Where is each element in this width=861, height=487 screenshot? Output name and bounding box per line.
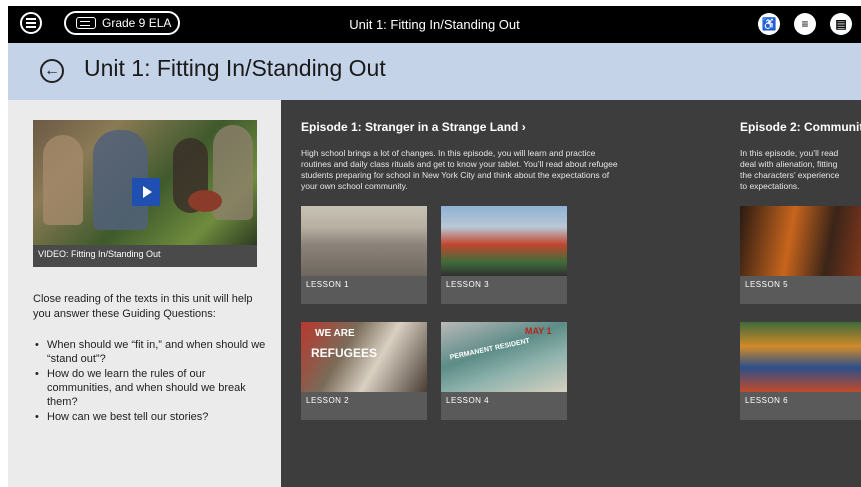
page-title: Unit 1: Fitting In/Standing Out: [84, 55, 386, 81]
accessibility-icon[interactable]: ♿: [758, 13, 780, 35]
notes-icon[interactable]: ≡: [794, 13, 816, 35]
back-arrow-icon[interactable]: ←: [40, 59, 64, 83]
lesson-thumbnail: [301, 206, 427, 276]
sign-text: WE ARE: [315, 328, 355, 339]
lesson-label: LESSON 1: [306, 280, 350, 289]
description-line: your own school community.: [301, 181, 408, 191]
lesson-6-card[interactable]: LESSON 6: [740, 322, 861, 420]
unit-overview-panel: VIDEO: Fitting In/Standing Out Close rea…: [8, 100, 281, 487]
unit-header: ← Unit 1: Fitting In/Standing Out: [8, 43, 861, 100]
guiding-questions-list: When should we “fit in,” and when should…: [33, 338, 273, 425]
lesson-thumbnail: [740, 206, 861, 276]
unit-video-card[interactable]: VIDEO: Fitting In/Standing Out: [33, 120, 257, 267]
lesson-thumbnail: [441, 206, 567, 276]
lesson-thumbnail: WE ARE REFUGEES: [301, 322, 427, 392]
document-text: MAY 1: [525, 326, 552, 336]
guiding-question: How do we learn the rules of our communi…: [33, 367, 273, 409]
document-text: PERMANENT RESIDENT: [449, 337, 531, 362]
lesson-label: LESSON 4: [446, 396, 490, 405]
video-caption: VIDEO: Fitting In/Standing Out: [38, 249, 161, 259]
lesson-3-card[interactable]: LESSON 3: [441, 206, 567, 304]
description-line: High school brings a lot of changes. In …: [301, 148, 596, 158]
lesson-1-card[interactable]: LESSON 1: [301, 206, 427, 304]
intro-text: Close reading of the texts in this unit …: [33, 293, 253, 320]
play-icon[interactable]: [132, 178, 160, 206]
description-line: In this episode, you’ll read: [740, 148, 839, 158]
lesson-label: LESSON 5: [745, 280, 789, 289]
guiding-question: How can we best tell our stories?: [33, 410, 273, 424]
description-line: students preparing for school in New Yor…: [301, 170, 610, 180]
episode-2-title-link[interactable]: Episode 2: Communit: [740, 120, 861, 134]
episode-2-description: In this episode, you’ll read deal with a…: [740, 148, 861, 192]
lesson-label: LESSON 2: [306, 396, 350, 405]
top-bar: Grade 9 ELA Unit 1: Fitting In/Standing …: [8, 6, 861, 43]
top-bar-title: Unit 1: Fitting In/Standing Out: [349, 17, 520, 32]
video-thumbnail[interactable]: [33, 120, 257, 245]
episode-1-description: High school brings a lot of changes. In …: [301, 148, 701, 192]
lesson-2-card[interactable]: WE ARE REFUGEES LESSON 2: [301, 322, 427, 420]
description-line: to expectations.: [740, 181, 800, 191]
description-line: the characters’ experience: [740, 170, 840, 180]
lesson-thumbnail: [740, 322, 861, 392]
lesson-5-card[interactable]: LESSON 5: [740, 206, 861, 304]
description-line: deal with alienation, fitting: [740, 159, 838, 169]
lesson-thumbnail: MAY 1 PERMANENT RESIDENT: [441, 322, 567, 392]
clipboard-icon[interactable]: ▤: [830, 13, 852, 35]
description-line: routines and daily class rituals and get…: [301, 159, 618, 169]
sign-text: REFUGEES: [311, 346, 378, 360]
lesson-4-card[interactable]: MAY 1 PERMANENT RESIDENT LESSON 4: [441, 322, 567, 420]
lesson-label: LESSON 3: [446, 280, 490, 289]
lesson-label: LESSON 6: [745, 396, 789, 405]
episodes-area: Episode 1: Stranger in a Strange Land › …: [281, 100, 861, 487]
episode-1-title-link[interactable]: Episode 1: Stranger in a Strange Land ›: [301, 120, 526, 134]
guiding-question: When should we “fit in,” and when should…: [33, 338, 273, 366]
